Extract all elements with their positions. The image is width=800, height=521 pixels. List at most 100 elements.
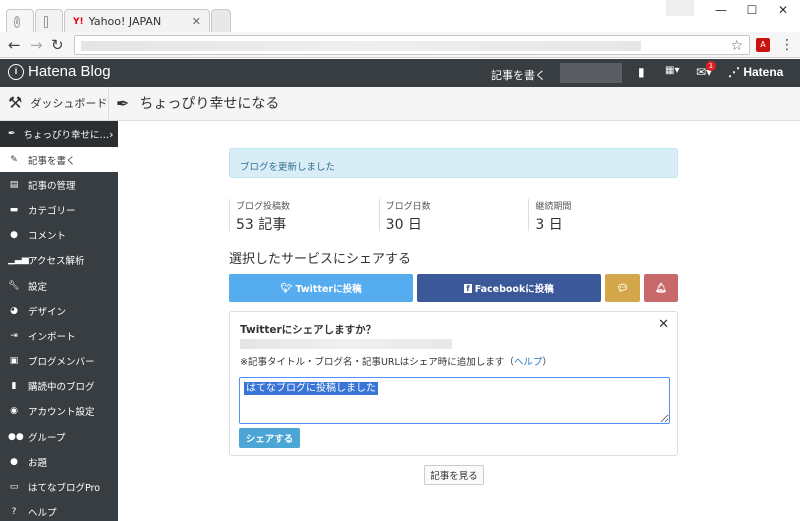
tab-page[interactable]: [35, 9, 63, 33]
back-arrow-icon[interactable]: ←: [8, 37, 21, 53]
dashboard-icon: ⚒: [8, 93, 23, 112]
profile-area[interactable]: [666, 0, 694, 16]
twitter-share-panel: Twitterにシェアしますか？ ✕ ※記事タイトル・ブログ名・記事URLはシェ…: [229, 311, 678, 456]
facebook-icon: f: [464, 283, 472, 293]
panel-title: Twitterにシェアしますか？: [240, 324, 377, 336]
sidebar-item-label: カテゴリー: [28, 205, 76, 217]
pro-icon: ▭: [9, 482, 19, 493]
members-icon: ▣: [9, 356, 19, 367]
share-submit-button[interactable]: シェアする: [239, 428, 300, 448]
dashboard-link[interactable]: ⚒ ダッシュボード: [8, 93, 107, 112]
account-blurred: [240, 339, 452, 349]
sidebar-item-group[interactable]: ●● グループ: [0, 424, 118, 449]
bookmark-star-icon[interactable]: ☆: [730, 38, 743, 54]
sidebar-item-label: アカウント設定: [28, 407, 95, 419]
blog-title[interactable]: ✒ ちょっぴり幸せになる: [116, 93, 279, 113]
address-bar: ← → ↻ ☆ A ⋮: [0, 32, 800, 58]
sidebar-item-label: お題: [28, 457, 48, 469]
sidebar-item-label: ヘルプ: [28, 508, 57, 520]
sidebar-item-manage[interactable]: ▤ 記事の管理: [0, 172, 118, 197]
sidebar-item-design[interactable]: ◕ デザイン: [0, 298, 118, 323]
edit-icon: ✎: [10, 154, 18, 165]
bell-icon: 🔔︎: [654, 282, 668, 294]
pin-share-button[interactable]: 🔔︎: [644, 274, 678, 302]
group-icon: ●●: [8, 431, 24, 442]
sidebar-item-settings[interactable]: 🔧︎ 設定: [0, 273, 118, 298]
comment-share-button[interactable]: 💬︎: [605, 274, 640, 302]
sidebar-item-import[interactable]: ⇥ インポート: [0, 323, 118, 348]
stat-value: 53 記事: [236, 217, 287, 233]
share-note: ※記事タイトル・ブログ名・記事URLはシェア時に追加します（ヘルプ）: [240, 357, 552, 368]
stat-streak: 継続期間 3 日: [528, 199, 678, 233]
sidebar-item-help[interactable]: ? ヘルプ: [0, 500, 118, 521]
twitter-share-button[interactable]: 🐦︎ Twitterに投稿: [229, 274, 413, 302]
sidebar-item-label: コメント: [28, 231, 67, 243]
help-link[interactable]: ヘルプ: [514, 357, 543, 368]
sidebar: ✒ ちょっぴり幸せに… › ✎ 記事を書く ▤ 記事の管理 ▬ カテゴリー ● …: [0, 121, 118, 521]
import-icon: ⇥: [10, 330, 18, 341]
sidebar-item-label: ブログメンバー: [28, 357, 95, 369]
sidebar-item-comment[interactable]: ● コメント: [0, 223, 118, 248]
hatena-brand-link[interactable]: ⋰ Hatena: [728, 65, 783, 79]
bookmark-icon[interactable]: ▮: [638, 65, 645, 79]
maximize-button[interactable]: ☐: [737, 0, 767, 20]
sidebar-item-label: 購読中のブログ: [28, 382, 95, 394]
stat-label: 継続期間: [535, 202, 572, 212]
sidebar-item-blog[interactable]: ✒ ちょっぴり幸せに… ›: [0, 121, 118, 147]
facebook-share-button[interactable]: f Facebookに投稿: [417, 274, 601, 302]
notification-badge: 1: [706, 61, 716, 71]
close-icon[interactable]: ✕: [658, 317, 669, 332]
sidebar-item-category[interactable]: ▬ カテゴリー: [0, 197, 118, 222]
write-article-link[interactable]: 記事を書く: [491, 67, 546, 83]
chart-icon: ▁▃▅: [8, 255, 29, 266]
chrome-menu-icon[interactable]: ⋮: [780, 37, 794, 53]
stat-posts: ブログ投稿数 53 記事: [229, 199, 379, 233]
topic-icon: ●: [10, 456, 18, 467]
pdf-extension-icon[interactable]: A: [756, 38, 770, 52]
sidebar-item-analytics[interactable]: ▁▃▅ アクセス解析: [0, 248, 118, 273]
new-tab-button[interactable]: [211, 9, 231, 33]
speech-bubble-icon: 💬︎: [616, 282, 629, 294]
facebook-button-label: Facebookに投稿: [474, 284, 554, 295]
reload-icon[interactable]: ↻: [51, 37, 64, 53]
close-tab-icon[interactable]: ✕: [192, 15, 201, 28]
stat-value: 3 日: [535, 217, 563, 233]
sub-header: ⚒ ダッシュボード ✒ ちょっぴり幸せになる: [0, 87, 800, 121]
close-window-button[interactable]: ✕: [768, 0, 798, 20]
comment-icon: ●: [10, 230, 18, 241]
apps-grid-icon[interactable]: ▦▾: [665, 65, 679, 76]
palette-icon: ◕: [10, 305, 18, 316]
update-alert: ブログを更新しました: [229, 148, 678, 178]
stat-days: ブログ日数 30 日: [378, 199, 529, 233]
sidebar-item-members[interactable]: ▣ ブログメンバー: [0, 349, 118, 374]
dashboard-label: ダッシュボード: [30, 96, 108, 110]
sidebar-item-pro[interactable]: ▭ はてなブログPro: [0, 474, 118, 499]
help-icon: ?: [11, 507, 17, 518]
sidebar-item-label: グループ: [28, 432, 66, 444]
url-input[interactable]: ☆: [74, 35, 750, 55]
hatena-blog-logo[interactable]: i Hatena Blog: [8, 63, 111, 80]
minimize-button[interactable]: —: [706, 0, 736, 20]
logo-text: Hatena Blog: [28, 63, 111, 80]
sidebar-item-topic[interactable]: ● お題: [0, 449, 118, 474]
sidebar-item-label: アクセス解析: [28, 256, 85, 268]
sidebar-item-subscriptions[interactable]: ▮ 購読中のブログ: [0, 374, 118, 399]
tab-hatena[interactable]: i: [6, 9, 34, 33]
stat-label: ブログ投稿数: [236, 202, 291, 212]
folder-icon: ▬: [9, 204, 19, 215]
wrench-icon: 🔧︎: [8, 280, 20, 291]
hatena-header: i Hatena Blog 記事を書く ▮ ▦▾ ✉▾ 1 ⋰ Hatena: [0, 59, 800, 87]
sidebar-item-label: 記事の管理: [28, 180, 76, 192]
tab-yahoo[interactable]: Y! Yahoo! JAPAN ✕: [64, 9, 210, 33]
sidebar-item-account[interactable]: ◉ アカウント設定: [0, 399, 118, 424]
page-icon: [44, 15, 48, 28]
document-icon: ▤: [9, 179, 19, 190]
twitter-button-label: Twitterに投稿: [295, 284, 362, 295]
main-content: ブログを更新しました ブログ投稿数 53 記事 ブログ日数 30 日 継続期間 …: [118, 121, 800, 521]
sidebar-item-write[interactable]: ✎ 記事を書く: [0, 147, 118, 173]
sidebar-item-label: デザイン: [28, 306, 67, 318]
view-article-button[interactable]: 記事を見る: [424, 465, 484, 485]
forward-arrow-icon[interactable]: →: [30, 37, 43, 53]
user-menu[interactable]: [560, 63, 622, 83]
twitter-bird-icon: 🐦︎: [280, 282, 293, 294]
